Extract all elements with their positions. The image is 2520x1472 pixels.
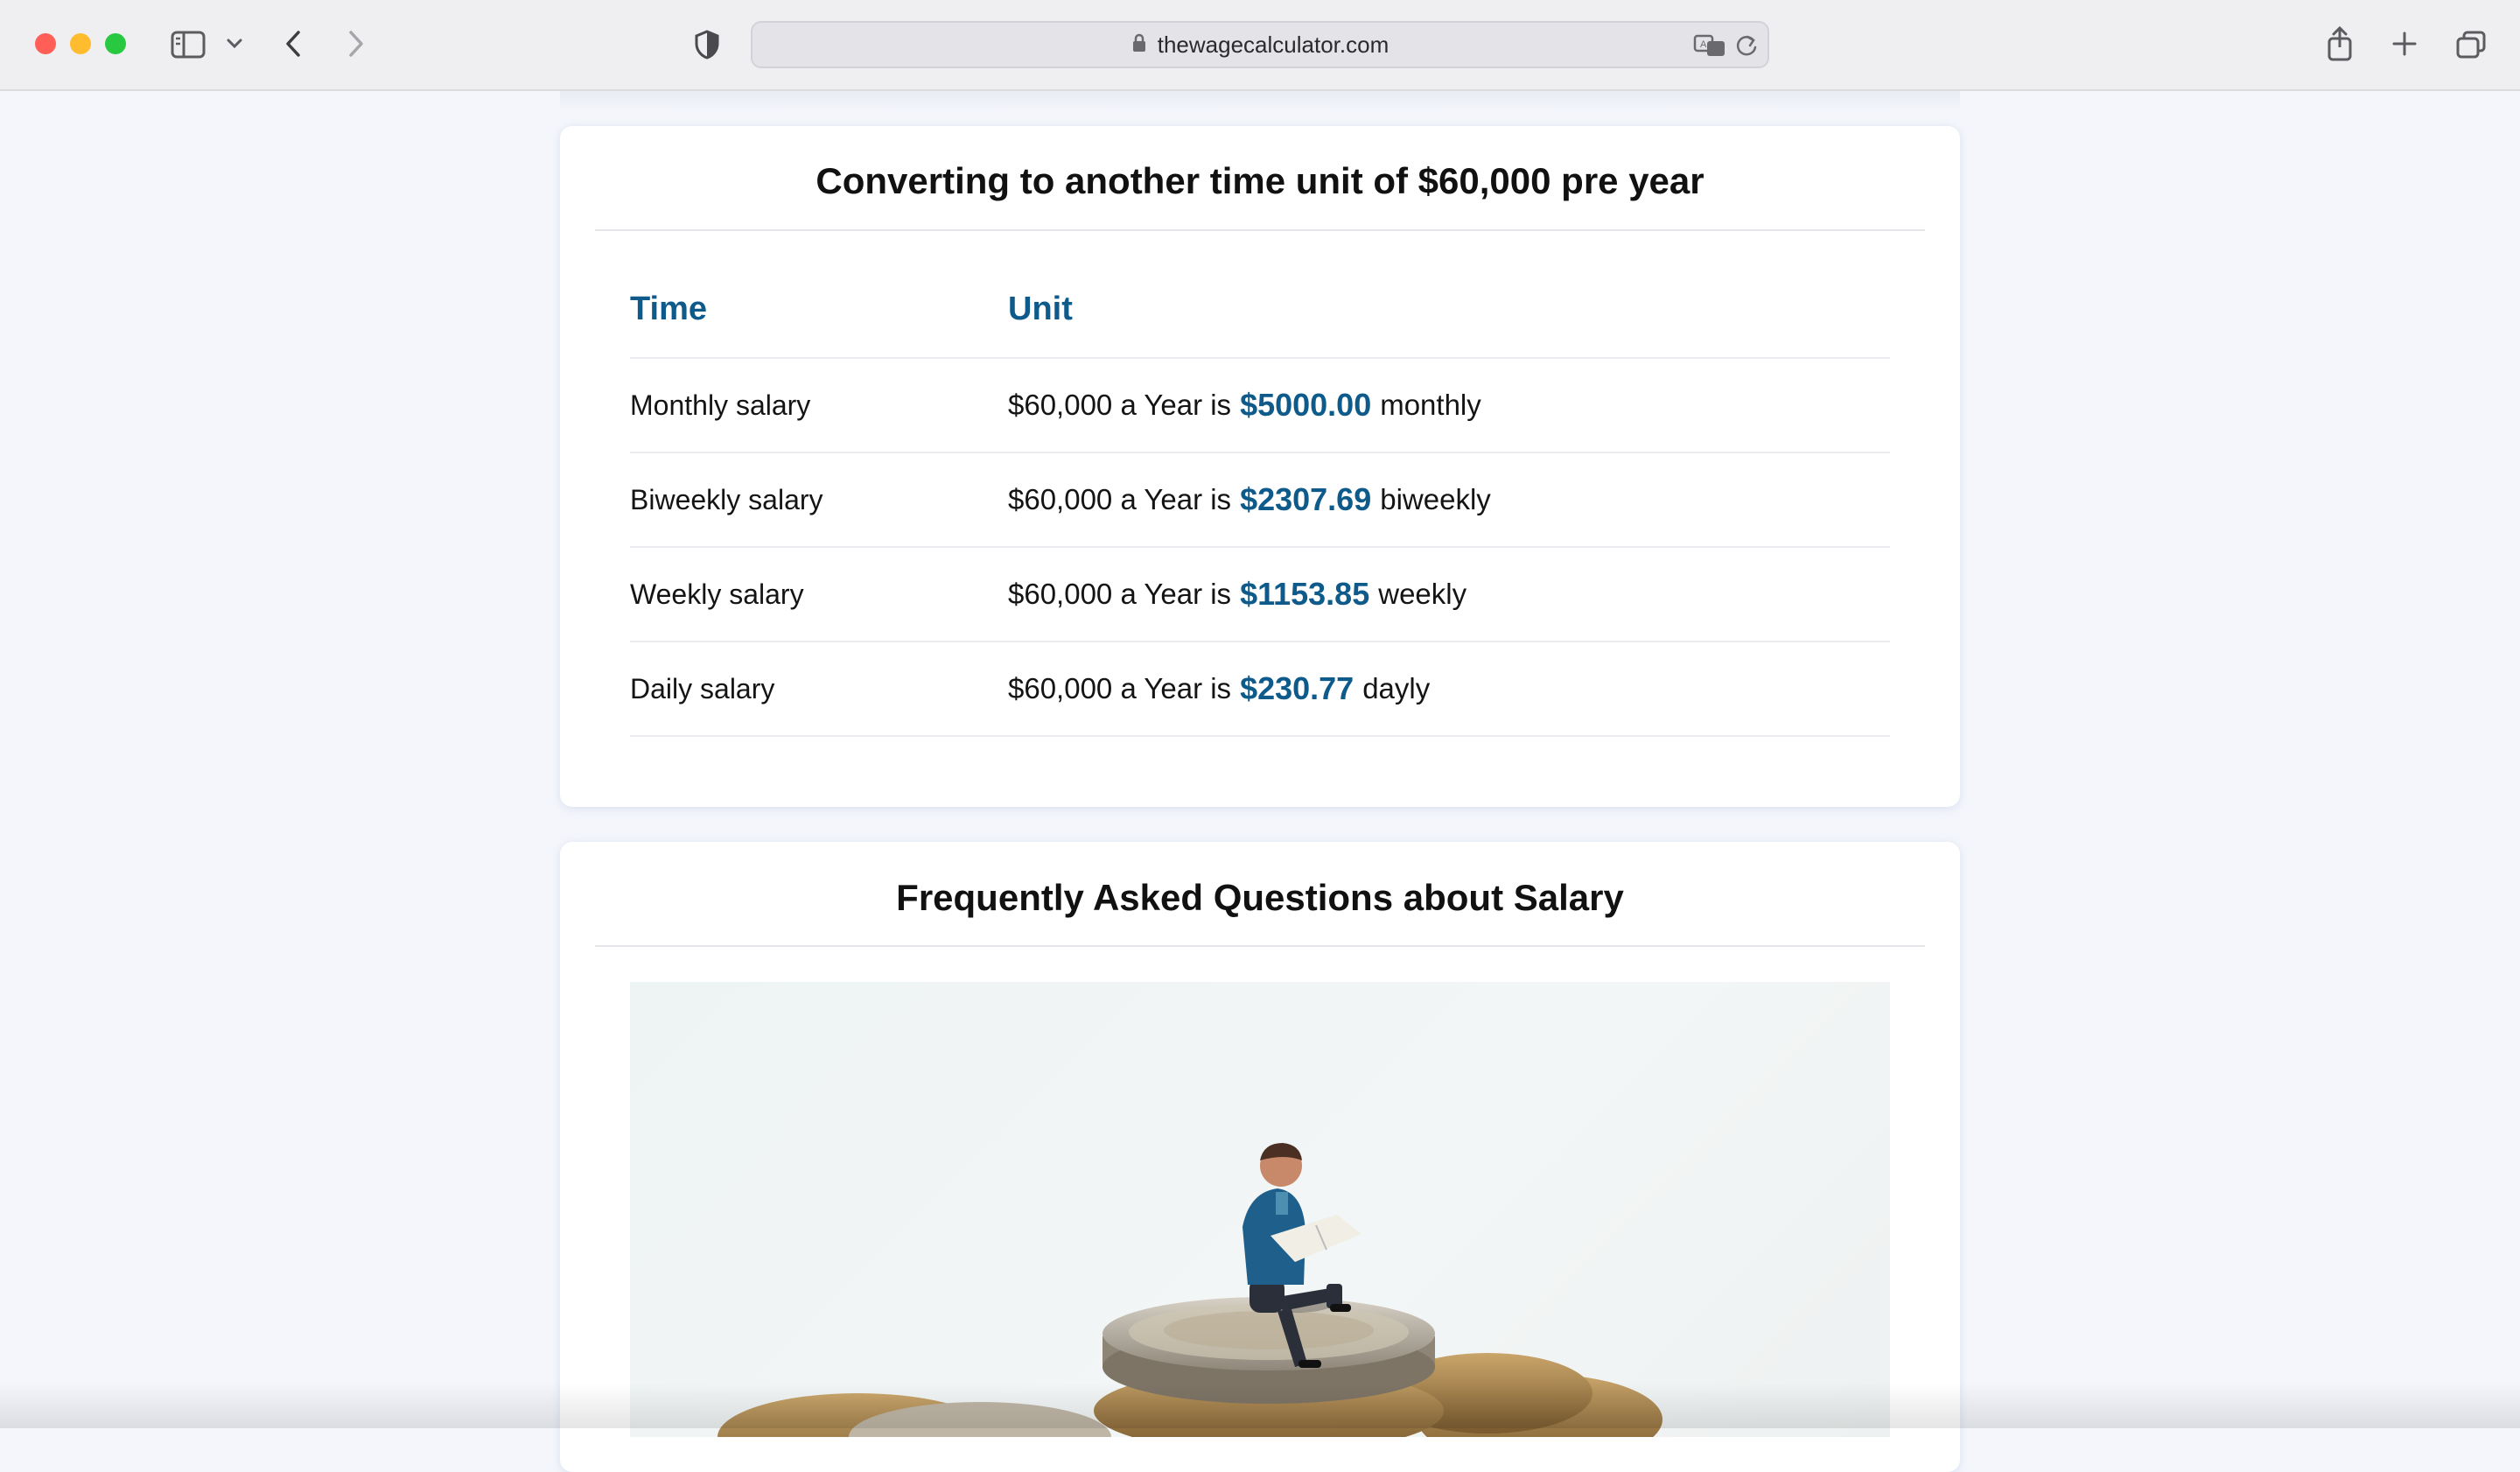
- time-column-header: Time: [630, 291, 708, 327]
- zoom-window-button[interactable]: [105, 33, 126, 54]
- table-row: Monthly salary $60,000 a Year is $5000.00…: [630, 357, 1890, 452]
- time-cell: Monthly salary: [630, 389, 811, 421]
- translate-icon[interactable]: A: [1692, 32, 1727, 60]
- faq-photo: [630, 982, 1890, 1437]
- back-icon[interactable]: [278, 26, 308, 61]
- salary-amount: $2307.69: [1240, 481, 1372, 517]
- unit-cell: $60,000 a Year is $5000.00 monthly: [1008, 359, 1481, 452]
- unit-suffix: weekly: [1378, 578, 1467, 610]
- unit-prefix: $60,000 a Year is: [1008, 483, 1232, 515]
- browser-toolbar: thewagecalculator.com A: [0, 0, 2520, 91]
- table-row: Biweekly salary $60,000 a Year is $2307.6…: [630, 452, 1890, 546]
- tabs-overview-icon[interactable]: [2454, 28, 2488, 61]
- unit-prefix: $60,000 a Year is: [1008, 578, 1232, 610]
- unit-suffix: dayly: [1362, 672, 1431, 704]
- unit-cell: $60,000 a Year is $2307.69 biweekly: [1008, 453, 1491, 546]
- minimize-window-button[interactable]: [70, 33, 91, 54]
- svg-text:A: A: [1700, 39, 1707, 50]
- faq-title: Frequently Asked Questions about Salary: [595, 842, 1925, 947]
- faq-card: Frequently Asked Questions about Salary: [560, 842, 1960, 1472]
- shield-icon[interactable]: [691, 28, 723, 61]
- salary-amount: $5000.00: [1240, 387, 1372, 423]
- address-bar[interactable]: thewagecalculator.com A: [751, 21, 1769, 68]
- table-row: Weekly salary $60,000 a Year is $1153.85 w…: [630, 546, 1890, 641]
- lock-icon: [1131, 32, 1147, 59]
- page-bottom-fade: [0, 1383, 2520, 1428]
- unit-cell: $60,000 a Year is $230.77 dayly: [1008, 642, 1430, 735]
- time-cell: Biweekly salary: [630, 483, 823, 515]
- conversion-title: Converting to another time unit of $60,0…: [595, 126, 1925, 231]
- sidebar-icon[interactable]: [170, 28, 206, 61]
- previous-card-edge: [560, 91, 1960, 112]
- salary-amount: $1153.85: [1240, 576, 1370, 612]
- share-icon[interactable]: [2324, 25, 2356, 63]
- time-cell: Daily salary: [630, 672, 775, 704]
- unit-suffix: biweekly: [1380, 483, 1491, 515]
- new-tab-icon[interactable]: [2389, 28, 2420, 60]
- coins-figure-illustration: [718, 1143, 1662, 1437]
- unit-prefix: $60,000 a Year is: [1008, 389, 1232, 421]
- forward-icon[interactable]: [341, 26, 371, 61]
- unit-column-header: Unit: [1008, 291, 1073, 327]
- close-window-button[interactable]: [35, 33, 56, 54]
- unit-cell: $60,000 a Year is $1153.85 weekly: [1008, 548, 1466, 641]
- table-row: Daily salary $60,000 a Year is $230.77 day…: [630, 641, 1890, 737]
- conversion-card: Converting to another time unit of $60,0…: [560, 126, 1960, 807]
- unit-suffix: monthly: [1380, 389, 1481, 421]
- url-text: thewagecalculator.com: [1157, 31, 1390, 58]
- chevron-down-icon[interactable]: [224, 33, 245, 54]
- time-cell: Weekly salary: [630, 578, 804, 610]
- reload-icon[interactable]: [1732, 32, 1760, 60]
- salary-amount: $230.77: [1240, 670, 1354, 706]
- unit-prefix: $60,000 a Year is: [1008, 672, 1232, 704]
